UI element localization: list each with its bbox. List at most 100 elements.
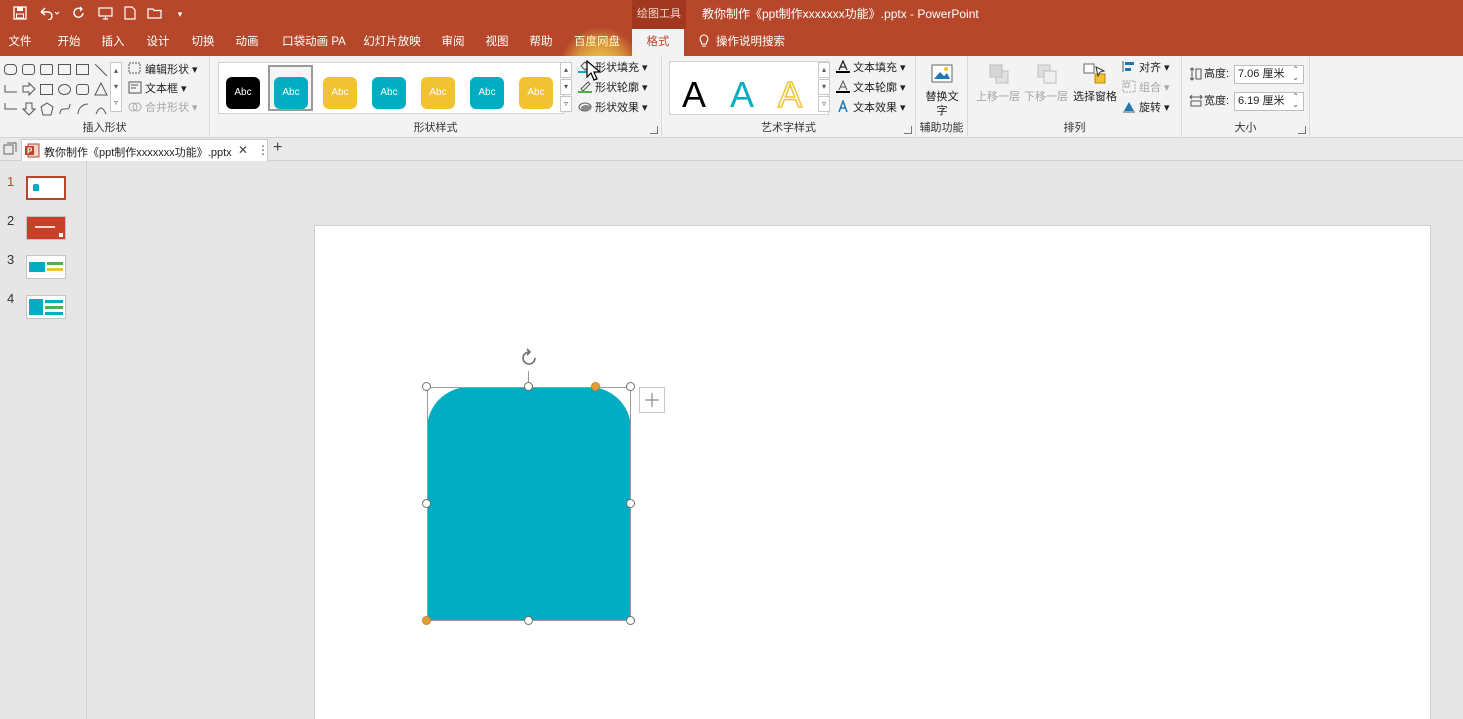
shape-outline-button[interactable]: 形状轮廓 ▾ — [578, 80, 648, 96]
elbow-connector-icon[interactable] — [4, 102, 18, 116]
save-icon[interactable] — [11, 6, 29, 23]
text-box-button[interactable]: 文本框 ▾ — [128, 81, 187, 97]
shape-styles-dialog-launcher[interactable] — [650, 126, 658, 134]
wordart-more[interactable]: ▿ — [818, 96, 830, 112]
rounded-rectangle-icon[interactable] — [76, 84, 89, 95]
tab-design[interactable]: 设计 — [141, 29, 175, 56]
slide-thumbnail-3[interactable] — [26, 255, 66, 279]
wordart-gallery[interactable]: A A A — [669, 61, 829, 118]
rotate-handle-icon[interactable] — [519, 348, 539, 368]
resize-handle-right[interactable] — [626, 499, 635, 508]
alt-text-button[interactable]: 替换文字 — [922, 60, 962, 118]
tab-animations[interactable]: 动画 — [230, 29, 264, 56]
style-swatch-gold-3[interactable]: Abc — [519, 77, 553, 109]
tab-file[interactable]: 文件 — [4, 29, 36, 56]
slide-canvas[interactable] — [314, 225, 1431, 719]
wordart-black[interactable]: A — [682, 72, 706, 118]
tab-transitions[interactable]: 切换 — [186, 29, 220, 56]
snip-rect-icon[interactable] — [40, 64, 53, 75]
text-fill-button[interactable]: 文本填充 ▾ — [836, 59, 906, 76]
wordart-dialog-launcher[interactable] — [904, 126, 912, 134]
style-swatch-gold[interactable]: Abc — [323, 77, 357, 109]
send-backward-button[interactable]: 下移一层 — [1022, 60, 1070, 118]
document-tab[interactable]: P 教你制作《ppt制作xxxxxxx功能》.pptx ✕ ⋮ — [21, 139, 269, 161]
customize-qat-icon[interactable]: ▾ — [174, 6, 186, 23]
slide-thumbnail-4[interactable] — [26, 295, 66, 319]
tab-review[interactable]: 审阅 — [436, 29, 470, 56]
slide-thumbnail-2[interactable] — [26, 216, 66, 240]
tab-home[interactable]: 开始 — [52, 29, 86, 56]
style-swatch-teal[interactable]: Abc — [372, 77, 406, 109]
tab-pocket-animation[interactable]: 口袋动画 PA — [279, 29, 349, 56]
adjust-handle-bottom[interactable] — [422, 616, 431, 625]
style-swatch-teal-2[interactable]: Abc — [470, 77, 504, 109]
arrow-down-icon[interactable] — [21, 102, 37, 116]
tab-list-icon[interactable] — [3, 142, 17, 156]
height-input[interactable]: 7.06 厘米 ⌃ ⌄ — [1234, 65, 1304, 84]
pentagon-icon[interactable] — [40, 102, 54, 116]
wordart-scroll-down[interactable]: ▾ — [818, 79, 830, 95]
rounded-top-rectangle-shape[interactable] — [427, 387, 631, 621]
undo-icon[interactable] — [36, 6, 62, 23]
resize-handle-top-left[interactable] — [422, 382, 431, 391]
vertical-textbox-icon[interactable] — [76, 64, 89, 75]
shapes-gallery-more[interactable]: ▴ ▾ ▿ — [110, 62, 122, 112]
tab-menu-icon[interactable]: ⋮ — [257, 143, 269, 157]
tab-format[interactable]: 格式 — [632, 29, 684, 56]
rect-icon[interactable] — [22, 64, 35, 75]
redo-icon[interactable] — [70, 6, 88, 23]
text-effects-button[interactable]: 文本效果 ▾ — [836, 98, 906, 116]
wordart-teal[interactable]: A — [730, 72, 754, 118]
curve-icon[interactable] — [94, 102, 108, 116]
rounded-rect-icon[interactable] — [4, 64, 17, 75]
rectangle-icon[interactable] — [40, 84, 53, 95]
resize-handle-top-right[interactable] — [626, 382, 635, 391]
line-icon[interactable] — [94, 63, 108, 77]
style-swatch-black[interactable]: Abc — [226, 77, 260, 109]
close-tab-icon[interactable]: ✕ — [238, 143, 248, 157]
open-folder-icon[interactable] — [146, 6, 164, 23]
style-swatch-teal-selected[interactable]: Abc — [274, 77, 308, 109]
size-dialog-launcher[interactable] — [1298, 126, 1306, 134]
freeform-icon[interactable] — [58, 102, 72, 116]
tab-slide-show[interactable]: 幻灯片放映 — [360, 29, 424, 56]
arc-icon[interactable] — [76, 102, 90, 116]
arrow-right-icon[interactable] — [22, 81, 36, 97]
styles-more[interactable]: ▿ — [560, 96, 572, 112]
height-spinner-icon[interactable]: ⌃ ⌄ — [1292, 66, 1299, 82]
tab-help[interactable]: 帮助 — [524, 29, 558, 56]
selection-pane-button[interactable]: 选择窗格 — [1070, 60, 1120, 118]
layout-options-plus-icon[interactable] — [639, 387, 665, 413]
tell-me-search[interactable]: 操作说明搜索 — [716, 29, 792, 56]
text-outline-button[interactable]: 文本轮廓 ▾ — [836, 79, 906, 96]
styles-scroll-up[interactable]: ▴ — [560, 62, 572, 78]
tab-view[interactable]: 视图 — [480, 29, 514, 56]
wordart-scroll-up[interactable]: ▴ — [818, 62, 830, 78]
textbox-shape-icon[interactable] — [58, 64, 71, 75]
new-tab-icon[interactable]: + — [273, 139, 282, 157]
bring-forward-button[interactable]: 上移一层 — [974, 60, 1022, 118]
width-input[interactable]: 6.19 厘米 ⌃ ⌄ — [1234, 92, 1304, 111]
resize-handle-top[interactable] — [524, 382, 533, 391]
width-spinner-icon[interactable]: ⌃ ⌄ — [1292, 93, 1299, 109]
start-from-beginning-icon[interactable] — [96, 6, 116, 23]
resize-handle-bottom[interactable] — [524, 616, 533, 625]
triangle-icon[interactable] — [94, 81, 108, 96]
shapes-gallery[interactable] — [4, 62, 122, 118]
merge-shapes-button[interactable]: 合并形状 ▾ — [128, 100, 198, 116]
connector-icon[interactable] — [4, 83, 18, 97]
resize-handle-left[interactable] — [422, 499, 431, 508]
adjust-handle-corner-radius[interactable] — [591, 382, 600, 391]
group-objects-button[interactable]: 组合 ▾ — [1122, 80, 1170, 96]
wordart-gold-outline[interactable]: A — [777, 72, 803, 118]
new-file-icon[interactable] — [122, 6, 138, 23]
shape-styles-gallery[interactable]: Abc Abc Abc Abc Abc Abc Abc — [218, 62, 564, 114]
oval-icon[interactable] — [58, 84, 71, 95]
style-swatch-gold-2[interactable]: Abc — [421, 77, 455, 109]
edit-shape-button[interactable]: 编辑形状 ▾ — [128, 62, 198, 78]
resize-handle-bottom-right[interactable] — [626, 616, 635, 625]
rotate-button[interactable]: 旋转 ▾ — [1122, 100, 1170, 116]
tab-baidu-netdisk[interactable]: 百度网盘 — [568, 29, 626, 56]
shape-effects-button[interactable]: 形状效果 ▾ — [578, 100, 648, 116]
slide-thumbnail-1[interactable] — [26, 176, 66, 200]
